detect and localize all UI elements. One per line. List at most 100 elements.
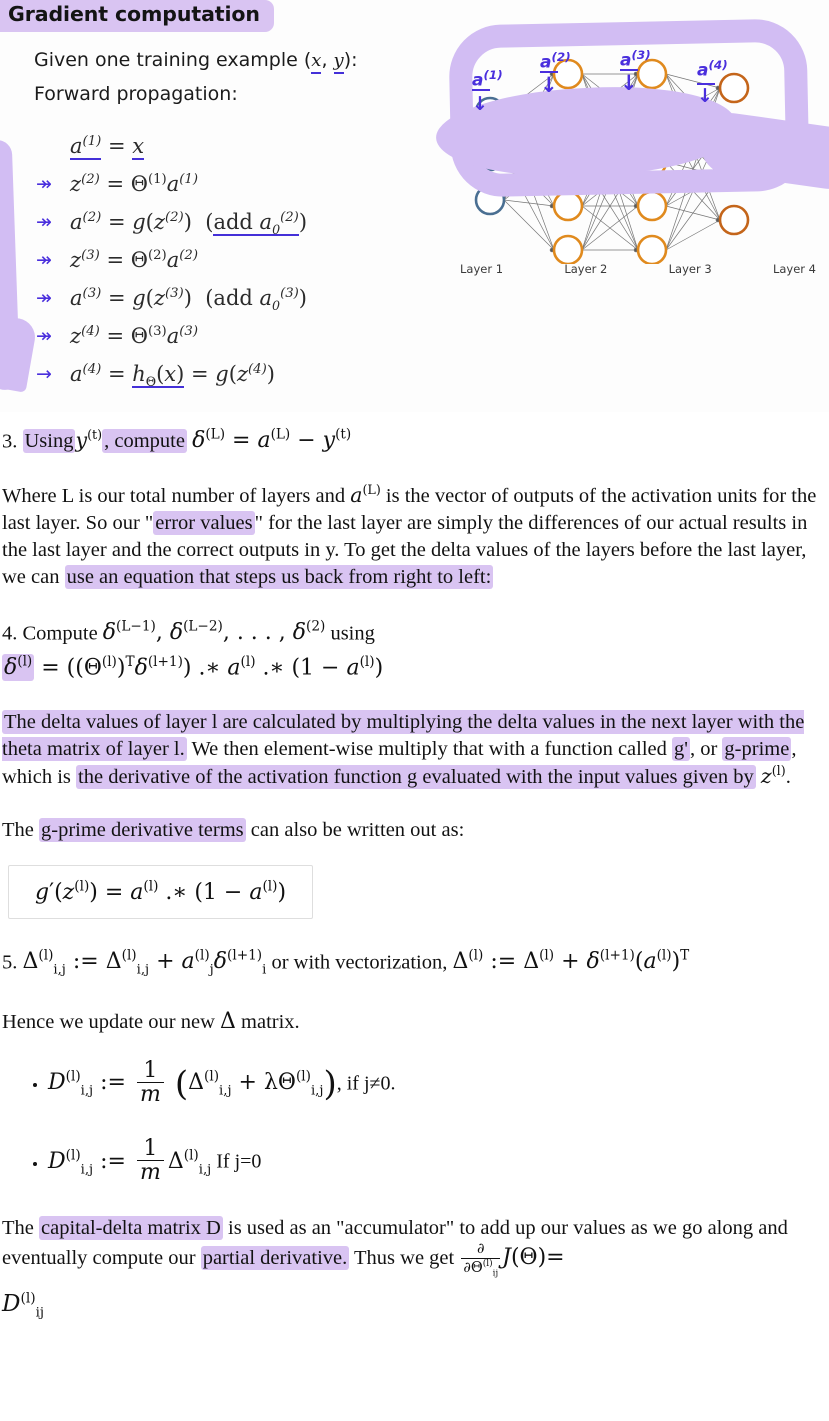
paragraph-gprime-intro: The g-prime derivative terms can also be… <box>2 817 827 844</box>
arrow-icon: → <box>36 363 52 385</box>
para1-seg1: Where L is our total number of layers an… <box>2 484 351 507</box>
d-matrix-list: D(l)i,j := 1m (Δ(l)i,j + λΘ(l)i,j), if j… <box>2 1058 827 1186</box>
math-x: x <box>311 50 322 74</box>
step-5-equation-2: Δ(l) := Δ(l) + δ(l+1)(a(l))T <box>452 948 690 975</box>
paragraph-error-values: Where L is our total number of layers an… <box>2 482 827 592</box>
frac-denominator: m <box>139 1159 161 1185</box>
step-3-hl-compute: , compute <box>102 429 187 454</box>
fraction-1-over-m: 1m <box>136 1058 164 1107</box>
list-item: D(l)i,j := 1mΔ(l)i,j If j=0 <box>48 1137 827 1185</box>
forward-prop-equation-list: a(1) = x ↠ z(2) = Θ(1)a(1) ↠ a(2) = g(z(2)… <box>36 134 307 400</box>
layer-label-4: Layer 4 <box>772 262 816 276</box>
step-5-mid: or with vectorization, <box>266 951 453 974</box>
equation-2: z(2) = Θ(1)a(1) <box>70 172 198 196</box>
equation-row: ↠ a(2) = g(z(2)) (add a0(2)) <box>36 210 307 248</box>
frac-numerator: 1 <box>136 1058 164 1083</box>
para1-math-aL: a(L) <box>350 481 381 507</box>
subtitle-comma: , <box>321 49 334 71</box>
forward-propagation-label: Forward propagation: <box>34 82 238 105</box>
frac-denominator: m <box>139 1081 161 1107</box>
step-4-number: 4. <box>2 621 18 644</box>
equation-row: a(1) = x <box>36 134 307 172</box>
para3-seg2: can also be written out as: <box>245 819 465 842</box>
slide-subtitle-prefix: Given one training example ( <box>34 49 312 71</box>
paragraph-delta-values: The delta values of layer l are calculat… <box>2 709 827 792</box>
open-paren: ( <box>174 1064 189 1105</box>
para4-seg1: The <box>2 1217 39 1240</box>
d-item-1-condition: , if j≠0. <box>336 1072 396 1095</box>
annotation-a2: a(2) ↓ <box>540 50 571 97</box>
step-5: 5. Δ(l)i,j := Δ(l)i,j + a(l)jδ(l+1)i or … <box>2 947 827 979</box>
equation-3: a(2) = g(z(2)) (add a0(2)) <box>70 210 308 238</box>
para2-hl-gprime-symbol: g' <box>672 736 690 761</box>
para1-hl-error-values: error values <box>153 510 255 535</box>
frac-denominator: ∂Θ(l)ij <box>463 1259 499 1280</box>
para1-hl-equation-steps: use an equation that steps us back from … <box>64 565 494 590</box>
annotation-a1: a(1) ↓ <box>472 68 503 115</box>
para4-hl-partial-derivative: partial derivative. <box>200 1246 350 1271</box>
frac-numerator: 1 <box>136 1137 164 1161</box>
para2-hl-gprime-word: g-prime <box>722 736 792 761</box>
equation-row: ↠ z(4) = Θ(3)a(3) <box>36 324 307 362</box>
fraction-partial: ∂ ∂Θ(l)ij <box>461 1241 501 1280</box>
step-3: 3. Usingy(t), compute δ(L) = a(L) − y(t) <box>2 426 827 456</box>
d-item-2-condition: If j=0 <box>211 1150 262 1173</box>
equation-1: a(1) = x <box>70 134 145 160</box>
step-5-equation-1: Δ(l)i,j := Δ(l)i,j + a(l)jδ(l+1)i <box>22 948 267 978</box>
layer-labels: Layer 1 Layer 2 Layer 3 Layer 4 <box>452 262 824 276</box>
equation-row: ↠ z(3) = Θ(2)a(2) <box>36 248 307 286</box>
arrow-icon: ↠ <box>36 211 52 233</box>
step-4-equation: δ(l) = ((Θ(l))Tδ(l+1)) .∗ a(l) .∗ (1 − a… <box>2 654 384 682</box>
step-4-text-after: using <box>325 621 375 644</box>
para2-seg1: We then element-wise multiply that with … <box>186 737 673 760</box>
step-3-math-y: y(t) <box>75 427 103 453</box>
lecture-slide-image: Gradient computation Given one training … <box>0 0 829 412</box>
layer-label-3: Layer 3 <box>668 262 712 276</box>
boxed-equation-content: g′(z(l)) = a(l) .∗ (1 − a(l)) <box>35 878 287 906</box>
step-4: 4. Compute δ(L−1), δ(L−2), . . . , δ(2) … <box>2 618 827 683</box>
hence-seg2: matrix. <box>235 1011 300 1034</box>
slide-title: Gradient computation <box>0 0 274 32</box>
step-3-equation: δ(L) = a(L) − y(t) <box>192 427 352 454</box>
equation-6: z(4) = Θ(3)a(3) <box>70 324 198 348</box>
boxed-equation-gprime: g′(z(l)) = a(l) .∗ (1 − a(l)) <box>8 864 314 920</box>
para4-hl-capital-delta: capital-delta matrix D <box>39 1216 223 1241</box>
arrow-icon: ↠ <box>36 325 52 347</box>
math-y: y <box>333 50 344 74</box>
fraction-1-over-m: 1m <box>136 1137 164 1185</box>
slide-subtitle: Given one training example (x, y): Forwa… <box>34 47 358 108</box>
layer-label-2: Layer 2 <box>564 262 608 276</box>
equation-row: ↠ a(3) = g(z(3)) (add a0(3)) <box>36 286 307 324</box>
para2-seg2: , or <box>689 737 723 760</box>
equation-row: → a(4) = hΘ(x) = g(z(4)) <box>36 362 307 400</box>
hence-seg1: Hence we update our new <box>2 1011 221 1034</box>
hence-delta-symbol: Δ <box>220 1009 236 1035</box>
d-item-2: D(l)i,j := 1 m Δ(l)i,j <box>48 1135 212 1185</box>
purple-marker-blob-left <box>0 315 38 393</box>
page: Gradient computation Given one training … <box>0 0 829 1421</box>
paragraph-hence-update: Hence we update our new Δ matrix. <box>2 1007 827 1036</box>
step-3-hl-using: Using <box>22 429 76 454</box>
annotation-a4: a(4) ↓ <box>697 58 728 107</box>
step-4-text-before: Compute <box>17 621 103 644</box>
frac-numerator: ∂ <box>461 1241 501 1260</box>
equation-5: a(3) = g(z(3)) (add a0(3)) <box>70 286 307 314</box>
step-3-number: 3. <box>2 430 18 453</box>
close-paren: ) <box>323 1064 337 1105</box>
para3-hl-gprime-terms: g-prime derivative terms <box>39 818 246 843</box>
arrow-icon: ↠ <box>36 173 52 195</box>
list-item: D(l)i,j := 1m (Δ(l)i,j + λΘ(l)i,j), if j… <box>48 1058 827 1107</box>
para4-final-d: D(l)ij <box>2 1290 45 1321</box>
layer-label-1: Layer 1 <box>460 262 504 276</box>
equation-7: a(4) = hΘ(x) = g(z(4)) <box>70 362 275 390</box>
equation-4: z(3) = Θ(2)a(2) <box>70 248 198 272</box>
slide-title-container: Gradient computation <box>0 0 274 32</box>
arrow-icon: ↠ <box>36 249 52 271</box>
equation-row: ↠ z(2) = Θ(1)a(1) <box>36 172 307 210</box>
paragraph-accumulator: The capital-delta matrix D is used as an… <box>2 1215 827 1322</box>
para4-seg3: Thus we get <box>349 1247 460 1270</box>
para4-partial-fraction: ∂ ∂Θ(l)ij J(Θ)= <box>461 1241 565 1280</box>
para2-hl-derivative: the derivative of the activation functio… <box>76 765 756 790</box>
slide-subtitle-suffix: ): <box>343 49 358 71</box>
para2-seg4: . <box>785 766 791 789</box>
